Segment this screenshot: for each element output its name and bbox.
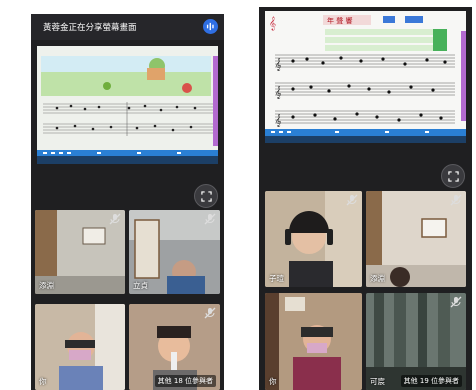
fullscreen-icon — [200, 190, 212, 202]
svg-text:𝄞: 𝄞 — [269, 16, 276, 30]
mic-off-icon — [204, 307, 216, 319]
mic-off-icon — [204, 213, 216, 225]
participant-tile[interactable]: 添淵 — [35, 210, 125, 294]
participant-name: 添淵 — [370, 274, 385, 283]
participant-tile[interactable]: 添淵 — [366, 191, 466, 287]
shared-screen[interactable] — [37, 46, 218, 164]
share-banner: 黃蓉金正在分享螢幕畫面 — [31, 14, 224, 40]
other-participants-button[interactable]: 其他 18 位參與者 — [154, 375, 216, 387]
fullscreen-icon — [447, 170, 459, 182]
participant-tile[interactable]: 子瑄 — [265, 191, 362, 287]
participant-name: 立貞 — [133, 281, 148, 290]
participant-tile-self[interactable]: 你 — [265, 293, 362, 390]
left-phone: 黃蓉金正在分享螢幕畫面 添淵 立貞 你 其他 18 位參與者 — [31, 14, 224, 390]
other-participants-button[interactable]: 其他 19 位參與者 — [400, 375, 462, 387]
mic-off-icon — [109, 213, 121, 225]
share-banner-text: 黃蓉金正在分享螢幕畫面 — [43, 23, 137, 33]
participant-name: 你 — [269, 377, 277, 386]
score-title: 年 聲 響 — [327, 16, 352, 25]
participant-name: 你 — [39, 377, 47, 386]
right-phone: 𝄞 年 聲 響 𝄞 𝄞 𝄞 子瑄 添淵 你 可宸 其他 19 位參與者 — [259, 7, 472, 390]
participant-tile-self[interactable]: 你 — [35, 304, 125, 390]
mic-off-icon — [450, 296, 462, 308]
participant-name: 可宸 — [370, 377, 385, 386]
participant-name: 子瑄 — [269, 274, 284, 283]
mic-off-icon — [450, 194, 462, 206]
mic-off-icon — [346, 194, 358, 206]
svg-text:𝄞: 𝄞 — [275, 86, 282, 99]
shared-screen[interactable]: 𝄞 年 聲 響 𝄞 𝄞 𝄞 — [265, 11, 466, 143]
participant-tile[interactable]: 其他 18 位參與者 — [129, 304, 220, 390]
participant-name: 添淵 — [39, 281, 54, 290]
audio-icon[interactable] — [203, 19, 218, 34]
participant-tile[interactable]: 立貞 — [129, 210, 220, 294]
svg-text:𝄞: 𝄞 — [275, 114, 282, 127]
participant-tile[interactable]: 可宸 其他 19 位參與者 — [366, 293, 466, 390]
svg-text:𝄞: 𝄞 — [275, 58, 282, 71]
fullscreen-button[interactable] — [441, 164, 465, 188]
fullscreen-button[interactable] — [194, 184, 218, 208]
